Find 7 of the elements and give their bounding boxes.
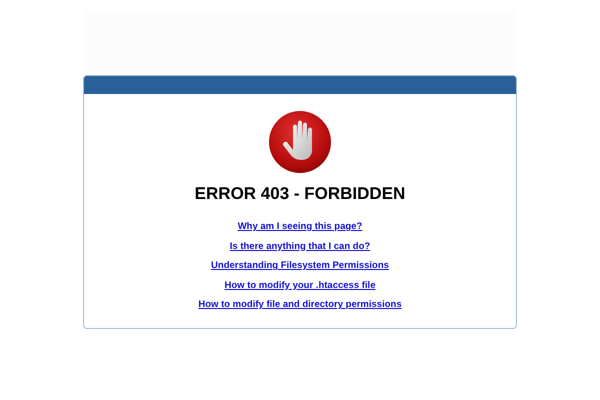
- help-link[interactable]: Is there anything that I can do?: [230, 240, 370, 253]
- help-link[interactable]: How to modify your .htaccess file: [224, 278, 376, 292]
- stop-hand-icon: [268, 110, 332, 174]
- help-link[interactable]: How to modify file and directory permissions: [198, 298, 402, 312]
- error-heading: ERROR 403 - FORBIDDEN: [194, 184, 406, 204]
- help-link[interactable]: Understanding Filesystem Permissions: [211, 259, 389, 272]
- help-link[interactable]: Why am I seeing this page?: [238, 220, 362, 234]
